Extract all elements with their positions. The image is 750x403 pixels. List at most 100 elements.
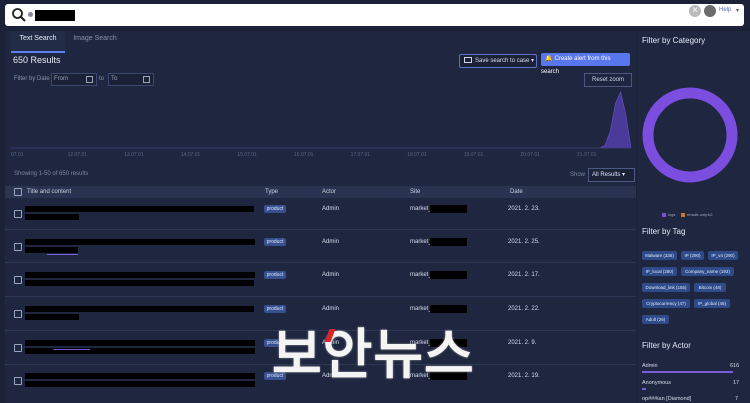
legend-label[interactable]: logs — [668, 212, 675, 217]
row-checkbox[interactable] — [14, 344, 22, 352]
bell-icon: 🔔 — [545, 56, 553, 62]
actor-count: 616 — [730, 363, 740, 369]
column-site[interactable]: Site — [410, 189, 420, 195]
x-tick-label: 15.07.01 — [237, 152, 257, 158]
legend-label[interactable]: emails only:b2 — [687, 212, 713, 217]
site-cell[interactable]: market_ — [410, 306, 432, 312]
redacted-site — [430, 205, 467, 213]
actor-cell[interactable]: Admin — [322, 206, 339, 212]
filter-tag-title: Filter by Tag — [642, 227, 686, 236]
tag-chip[interactable]: Cryptocurrency (47) — [642, 299, 690, 308]
tab-image-search[interactable]: Image Search — [69, 31, 121, 51]
calendar-icon[interactable] — [143, 76, 150, 83]
date-cell: 2021. 2. 19. — [508, 373, 540, 379]
filter-actor-title: Filter by Actor — [642, 341, 691, 350]
site-cell[interactable]: market_ — [410, 206, 432, 212]
actor-name[interactable]: Admin — [642, 363, 658, 369]
watermark: 보안뉴스 — [272, 323, 475, 386]
row-checkbox[interactable] — [14, 243, 22, 251]
redacted-content — [25, 247, 78, 253]
date-from-input[interactable]: From — [51, 73, 97, 86]
column-date[interactable]: Date — [510, 189, 523, 195]
column-actor[interactable]: Actor — [322, 189, 336, 195]
donut-slice-logs[interactable] — [642, 87, 738, 183]
row-checkbox[interactable] — [14, 310, 22, 318]
redacted-site — [430, 271, 467, 279]
x-tick-label: 12.07.01 — [68, 152, 88, 158]
site-cell[interactable]: market_ — [410, 272, 432, 278]
tag-chip[interactable]: Malware (336) — [642, 251, 677, 260]
type-badge[interactable]: product — [264, 271, 286, 279]
tag-chip[interactable]: Adult (26) — [642, 315, 669, 324]
redacted-site — [430, 238, 467, 246]
actor-name[interactable]: op###ian [Diamond] — [642, 396, 691, 402]
date-to-input[interactable]: To — [108, 73, 154, 86]
show-label: Show — [570, 172, 586, 178]
x-tick-label: 17.07.01 — [351, 152, 371, 158]
search-icon[interactable] — [11, 7, 27, 23]
x-tick-label: 18.07.01 — [407, 152, 427, 158]
row-divider — [5, 262, 636, 263]
site-cell[interactable]: market_ — [410, 239, 432, 245]
select-all-checkbox[interactable] — [14, 188, 22, 196]
tag-chip[interactable]: IP_local (280) — [642, 267, 677, 276]
redacted-content — [25, 214, 79, 220]
actor-cell[interactable]: Admin — [322, 272, 339, 278]
type-badge[interactable]: product — [264, 238, 286, 246]
redacted-title — [25, 239, 255, 245]
actor-bar — [642, 371, 734, 373]
actor-cell[interactable]: Admin — [322, 239, 339, 245]
help-link[interactable]: Help — [719, 7, 731, 13]
redacted-title — [25, 306, 254, 312]
clear-icon[interactable]: × — [689, 5, 701, 17]
show-results-value: All Results — [592, 172, 621, 178]
column-type[interactable]: Type — [265, 189, 278, 195]
avatar[interactable] — [704, 5, 716, 17]
tag-chip[interactable]: IP (290) — [681, 251, 704, 260]
chevron-down-icon: ▾ — [620, 172, 626, 178]
tag-chip[interactable]: Bitcoin (48) — [694, 283, 726, 292]
folder-icon — [464, 57, 472, 64]
tag-chip[interactable]: IP_global (45) — [694, 299, 730, 308]
date-cell: 2021. 2. 17. — [508, 272, 540, 278]
date-histogram-chart[interactable]: 07.01 12.07.01 13.07.01 14.07.01 15.07.01 16.… — [10, 90, 631, 160]
histogram-area[interactable] — [10, 91, 631, 149]
legend-swatch — [662, 213, 666, 217]
to-label: to — [99, 76, 105, 82]
actor-count: 17 — [733, 380, 740, 386]
chevron-down-icon[interactable]: ▾ — [736, 7, 739, 14]
redacted-query — [35, 10, 75, 21]
tab-text-search[interactable]: Text Search — [11, 31, 65, 53]
type-badge[interactable]: product — [264, 305, 286, 313]
row-checkbox[interactable] — [14, 210, 22, 218]
create-alert-button[interactable]: 🔔 Create alert from this search — [541, 53, 630, 75]
redacted-content — [25, 280, 254, 286]
filter-by-date-label: Filter by Date — [14, 76, 50, 82]
tag-chip[interactable]: Company_name (193) — [681, 267, 734, 276]
category-donut-chart[interactable] — [642, 60, 738, 210]
row-checkbox[interactable] — [14, 276, 22, 284]
show-results-select[interactable]: All Results ▾ — [588, 168, 635, 182]
type-badge[interactable]: product — [264, 205, 286, 213]
search-input[interactable] — [5, 4, 744, 26]
redacted-title — [25, 373, 255, 379]
date-cell: 2021. 2. 9. — [508, 340, 537, 346]
actor-cell[interactable]: Admin — [322, 306, 339, 312]
save-search-label: Save search to case — [475, 58, 530, 64]
showing-results-text: Showing 1-50 of 650 results — [14, 171, 89, 177]
reset-zoom-button[interactable]: Reset zoom — [584, 73, 632, 87]
actor-name[interactable]: Anonymous — [642, 380, 671, 386]
date-cell: 2021. 2. 22. — [508, 306, 540, 312]
tag-chip[interactable]: Download_link (155) — [642, 283, 690, 292]
redacted-title — [25, 340, 255, 346]
filter-category-title: Filter by Category — [642, 36, 706, 45]
save-search-button[interactable]: Save search to case ▾ — [459, 54, 537, 68]
tag-chip[interactable]: IP_v4 (290) — [708, 251, 738, 260]
calendar-icon[interactable] — [86, 76, 93, 83]
x-tick-label: 20.07.01 — [520, 152, 540, 158]
date-cell: 2021. 2. 23. — [508, 206, 540, 212]
row-divider — [5, 296, 636, 297]
row-checkbox[interactable] — [14, 377, 22, 385]
column-title[interactable]: Title and content — [27, 189, 71, 195]
actor-count: 7 — [735, 396, 739, 402]
